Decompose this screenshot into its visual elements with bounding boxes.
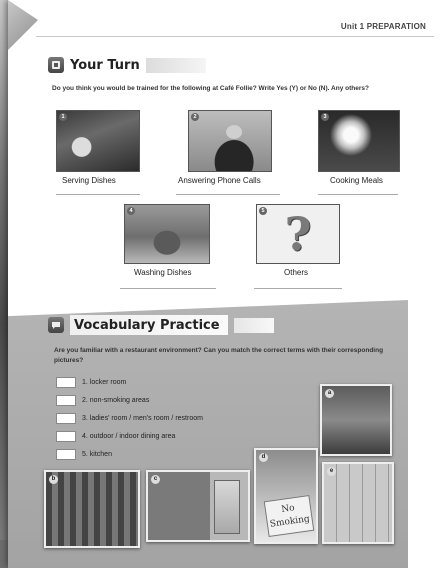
answer-line[interactable]: [56, 194, 140, 195]
header-rule: [36, 36, 434, 37]
answer-box[interactable]: [56, 448, 76, 460]
your-turn-question: Do you think you would be trained for th…: [52, 85, 369, 92]
answer-box[interactable]: [56, 412, 76, 424]
item-caption: Others: [284, 268, 309, 277]
photo-a: a: [320, 384, 392, 456]
title-underline: [233, 317, 274, 333]
photo-label: a: [325, 389, 334, 398]
speech-bubble-icon: [48, 317, 64, 333]
term-row: 3. ladies' room / men's room / restroom: [56, 412, 203, 424]
section-title: Your Turn: [70, 57, 140, 73]
answer-box[interactable]: [56, 376, 76, 388]
term-label: 1. locker room: [82, 378, 127, 386]
item-number: 5: [259, 207, 267, 215]
others-photo: 5 ?: [256, 204, 340, 264]
item-number: 4: [127, 207, 135, 215]
answer-line[interactable]: [120, 288, 216, 289]
item-caption: Cooking Meals: [330, 176, 383, 185]
answer-line[interactable]: [254, 288, 342, 289]
photo-c: c: [146, 470, 250, 542]
photo-label: e: [327, 467, 336, 476]
vocabulary-question: Are you familiar with a restaurant envir…: [54, 347, 384, 364]
photo-e: e: [322, 462, 394, 544]
item-caption: Washing Dishes: [134, 268, 192, 277]
term-label: 4. outdoor / indoor dining area: [82, 432, 176, 440]
vocabulary-title-box: Vocabulary Practice: [70, 315, 228, 335]
answer-box[interactable]: [56, 394, 76, 406]
activity-icon: [48, 57, 64, 73]
term-row: 4. outdoor / indoor dining area: [56, 430, 175, 442]
photo-label: b: [49, 475, 58, 484]
question-mark-icon: ?: [284, 207, 312, 261]
item-number: 3: [321, 113, 329, 121]
answer-line[interactable]: [318, 194, 398, 195]
vocabulary-heading: Vocabulary Practice: [48, 315, 274, 335]
photo-label: d: [259, 453, 268, 462]
serving-dishes-photo: 1: [56, 110, 140, 172]
your-turn-heading: Your Turn: [48, 56, 206, 74]
photo-label: c: [151, 475, 160, 484]
door-icon: [214, 480, 240, 534]
answering-phone-photo: 2: [188, 110, 272, 172]
unit-header: Unit 1 PREPARATION: [340, 22, 426, 31]
item-number: 1: [59, 113, 67, 121]
textbook-spread: Unit 1 PREPARATION Your Turn Do you thin…: [0, 0, 442, 568]
cooking-meals-photo: 3: [318, 110, 400, 172]
no-smoking-sign: No Smoking: [263, 494, 315, 538]
term-row: 5. kitchen: [56, 448, 112, 460]
item-caption: Answering Phone Calls: [178, 176, 261, 185]
photo-d: d No Smoking: [254, 448, 318, 544]
term-row: 1. locker room: [56, 376, 126, 388]
term-label: 2. non-smoking areas: [82, 396, 150, 404]
photo-b: b: [44, 470, 140, 548]
answer-line[interactable]: [176, 194, 280, 195]
item-caption: Serving Dishes: [62, 176, 116, 185]
term-label: 5. kitchen: [82, 450, 112, 458]
term-label: 3. ladies' room / men's room / restroom: [82, 414, 203, 422]
item-number: 2: [191, 113, 199, 121]
answer-box[interactable]: [56, 430, 76, 442]
title-underline: [145, 57, 206, 73]
term-row: 2. non-smoking areas: [56, 394, 149, 406]
washing-dishes-photo: 4: [124, 204, 210, 264]
section-title: Vocabulary Practice: [74, 318, 220, 333]
